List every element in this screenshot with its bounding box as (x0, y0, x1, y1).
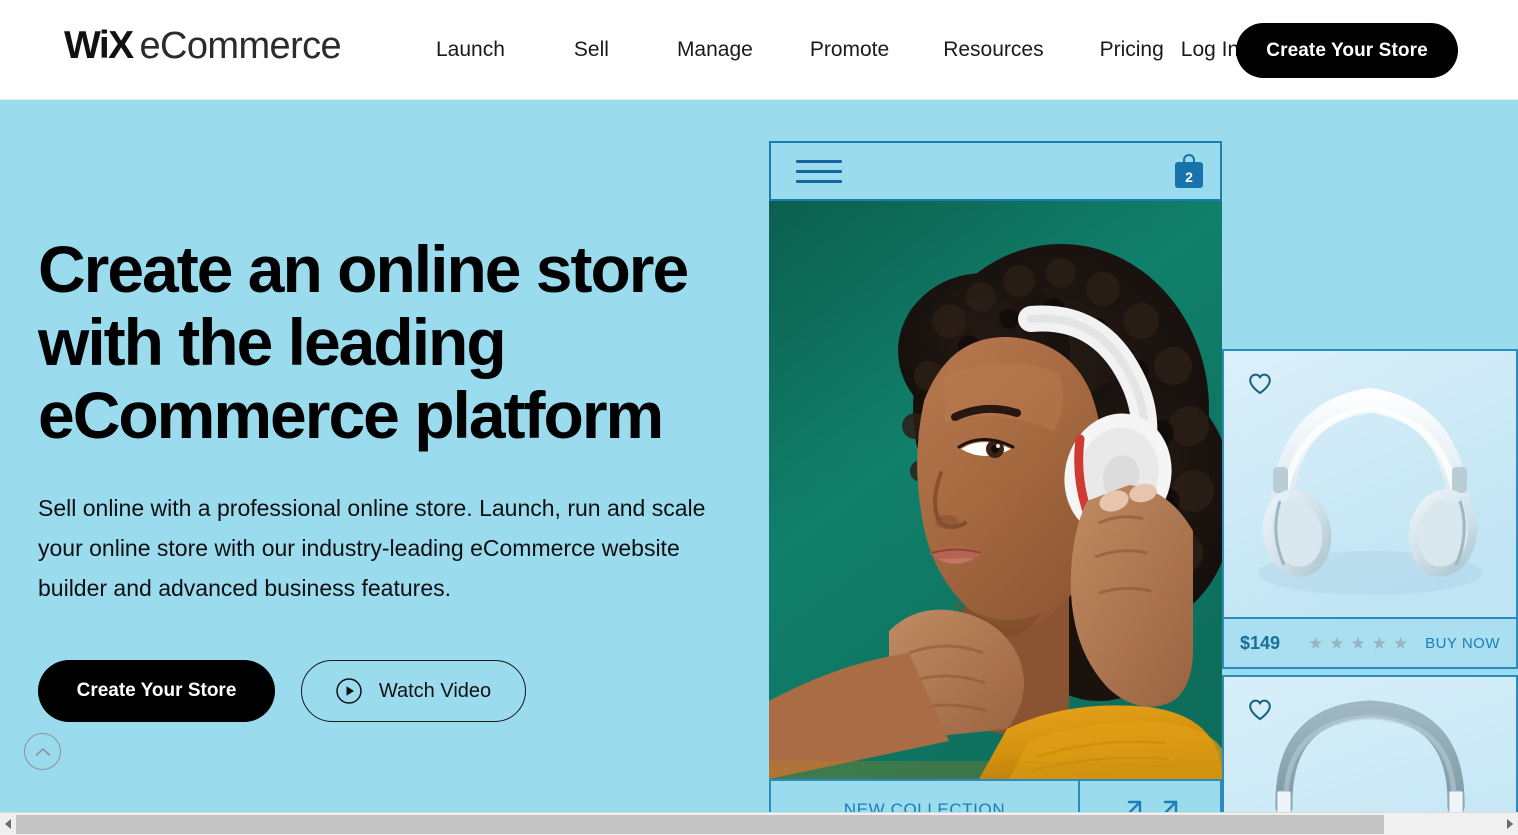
store-mockup: 2 NEW COLLECTION (769, 141, 1222, 812)
expand-arrows-panel[interactable] (1080, 779, 1222, 812)
nav-item-sell[interactable]: Sell (574, 38, 609, 62)
scroll-to-top-button[interactable] (24, 733, 61, 770)
scrollbar-track[interactable] (16, 812, 1502, 835)
nav-item-launch[interactable]: Launch (436, 38, 505, 62)
hamburger-menu-icon[interactable] (796, 159, 842, 183)
logo-ecommerce-wordmark: eCommerce (139, 25, 342, 67)
heart-icon-secondary[interactable] (1248, 699, 1272, 721)
arrow-up-right-icon-secondary (1163, 800, 1178, 812)
headphones-angular-illustration (1224, 677, 1516, 812)
woman-with-headphones-illustration (769, 201, 1222, 779)
hero-copy-column: Create an online store with the leading … (38, 100, 750, 722)
nav-item-log-in[interactable]: Log In (1181, 38, 1239, 62)
mockup-topbar: 2 (769, 141, 1222, 201)
hero-subheading: Sell online with a professional online s… (38, 495, 706, 601)
product-card-secondary[interactable] (1222, 675, 1518, 812)
star-icon: ★ (1371, 633, 1387, 653)
hero-create-your-store-button[interactable]: Create Your Store (38, 660, 275, 722)
play-circle-icon (336, 678, 362, 704)
product-card-list: $149 ★ ★ ★ ★ ★ BUY NOW (1222, 349, 1518, 812)
star-icon: ★ (1393, 633, 1409, 653)
nav-item-promote[interactable]: Promote (810, 38, 889, 62)
heart-icon[interactable] (1248, 373, 1272, 395)
header-create-your-store-button[interactable]: Create Your Store (1236, 23, 1458, 78)
watch-video-button[interactable]: Watch Video (301, 660, 526, 722)
hero-button-group: Create Your Store Watch Video (38, 660, 750, 722)
site-header: WiX eCommerce Launch Sell Manage Promote… (0, 0, 1518, 100)
shopping-bag-icon[interactable]: 2 (1175, 154, 1203, 188)
arrow-up-right-icon (1127, 800, 1142, 812)
nav-item-manage[interactable]: Manage (677, 38, 753, 62)
product-image-secondary (1224, 677, 1516, 812)
star-icon: ★ (1329, 633, 1345, 653)
page-title: Create an online store with the leading … (38, 232, 689, 452)
nav-item-resources[interactable]: Resources (943, 38, 1043, 62)
nav-item-pricing[interactable]: Pricing (1100, 38, 1164, 62)
horizontal-scrollbar[interactable] (0, 812, 1518, 835)
mockup-bottom-bar: NEW COLLECTION (769, 779, 1222, 812)
product-card[interactable]: $149 ★ ★ ★ ★ ★ BUY NOW (1222, 349, 1518, 669)
star-icon: ★ (1308, 633, 1324, 653)
new-collection-panel[interactable]: NEW COLLECTION (769, 779, 1080, 812)
logo-wix-wordmark: WiX (64, 24, 134, 67)
scrollbar-right-arrow[interactable] (1502, 812, 1518, 835)
scrollbar-thumb[interactable] (16, 814, 1384, 834)
product-image (1224, 351, 1516, 617)
cart-count-badge: 2 (1185, 169, 1193, 185)
scrollbar-left-arrow[interactable] (0, 812, 16, 835)
primary-navigation: Launch Sell Manage Promote Resources Pri… (436, 0, 1239, 100)
new-collection-label: NEW COLLECTION (843, 800, 1006, 812)
rating-stars: ★ ★ ★ ★ ★ (1308, 635, 1408, 652)
page-root: WiX eCommerce Launch Sell Manage Promote… (0, 0, 1518, 835)
chevron-up-icon (35, 747, 50, 756)
triangle-right-icon (1507, 819, 1513, 829)
product-price: $149 (1240, 632, 1281, 653)
wix-ecommerce-logo[interactable]: WiX eCommerce (64, 24, 342, 67)
hero-product-photo (769, 201, 1222, 779)
buy-now-button[interactable]: BUY NOW (1425, 635, 1500, 652)
star-icon: ★ (1350, 633, 1366, 653)
product-meta-row: $149 ★ ★ ★ ★ ★ BUY NOW (1224, 617, 1516, 667)
triangle-left-icon (5, 819, 11, 829)
watch-video-label: Watch Video (378, 679, 492, 702)
hero-section: Create an online store with the leading … (0, 100, 1518, 812)
